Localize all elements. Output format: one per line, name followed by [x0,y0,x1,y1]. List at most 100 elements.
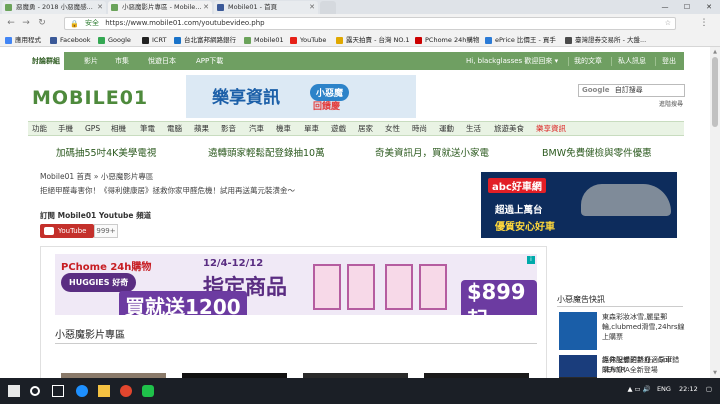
nav-video[interactable]: 影片 [84,52,98,70]
line-icon[interactable] [142,385,154,397]
youtube-subscribe-button[interactable]: YouTube [40,224,94,238]
promo-link-1[interactable]: 加碼抽55吋4K美學電視 [56,145,156,159]
back-icon[interactable]: ← [5,17,17,29]
sidebar-item-text: 東森彩妝冰雪,麗星郵輪,clubmed滑雪,24hrs線上購票 [602,313,685,341]
promo-link-4[interactable]: BMW免費健檢與零件優惠 [542,145,652,159]
bookmark-ruten[interactable]: 露天拍賣 - 台灣 NO.1 [336,35,409,45]
search-icon[interactable] [30,386,40,396]
tab-favicon-icon [5,4,12,11]
minimize-icon[interactable]: — [654,0,676,14]
bookmark-mobile01[interactable]: Mobile01 [244,35,284,45]
bank-icon [174,37,181,44]
bookmark-eprice[interactable]: ePrice 比價王 - 買手 [485,35,556,45]
tab-close-icon[interactable]: ✕ [97,1,103,14]
header-banner-ad[interactable]: 樂享資訊 小惡魔 回饋慶 [186,75,416,118]
address-bar[interactable]: 🔒 安全 https://www.mobile01.com/youtubevid… [64,17,676,30]
forward-icon[interactable]: → [20,17,32,29]
promo-link-3[interactable]: 奇美資訊月，買就送小家電 [375,145,489,159]
tab-close-icon[interactable]: ✕ [309,1,315,14]
promo-link-2[interactable]: 遶轉頭家輕鬆配登錄抽10萬 [208,145,325,159]
abc-car-ad[interactable]: abc好車網 超過上萬台 優質安心好車 [481,172,677,238]
nav-logout[interactable]: 登出 [662,52,676,70]
task-view-icon[interactable] [52,385,64,397]
clock[interactable]: 22:12 [679,385,698,393]
sidebar-item[interactable]: 經典配備更熱血，Golf錯購升級！ [559,355,685,377]
category-item[interactable]: 時尚 [412,122,427,135]
ad-choices-icon[interactable]: i [527,256,535,264]
maximize-icon[interactable]: ☐ [676,0,698,14]
category-item[interactable]: 手機 [58,122,73,135]
bookmark-youtube[interactable]: YouTube [290,35,326,45]
advanced-search-link[interactable]: 進階搜尋 [659,99,683,108]
category-item[interactable]: 功能 [32,122,47,135]
category-item[interactable]: 相機 [111,122,126,135]
user-greeting[interactable]: Hi, blackglasses 歡迎回來 ▾ [466,52,558,70]
category-item[interactable]: 影音 [221,122,236,135]
category-item[interactable]: 蘋果 [194,122,209,135]
notification-icon[interactable]: ▢ [706,385,712,393]
browser-tab-3[interactable]: Mobile01 - 首頁 ✕ [214,1,318,14]
category-item[interactable]: 電腦 [167,122,182,135]
notice-link[interactable]: 拒絕甲醛毒害你！《得利健康居》拯救你家甲醛危機！試用再送萬元裝潢金～ [40,185,295,196]
edge-icon[interactable] [76,385,88,397]
nav-app[interactable]: APP下載 [196,52,223,70]
ad-price: $899起 [461,280,537,315]
page-scrollbar[interactable]: ▲ ▼ [710,47,720,378]
tray-arrow-icon[interactable]: ▲ ▭ 🔊 [627,385,650,393]
category-item[interactable]: 旅遊美食 [494,122,524,135]
scrollbar-thumb[interactable] [712,57,718,127]
diaper-pack-image [313,264,341,310]
category-item[interactable]: 筆電 [140,122,155,135]
bookmark-google[interactable]: Google [98,35,131,45]
toolbar-extensions: ⋮ [698,17,710,29]
file-explorer-icon[interactable] [98,385,110,397]
scroll-up-icon[interactable]: ▲ [710,47,720,57]
nav-my-articles[interactable]: 我的文章 [574,52,602,70]
category-item[interactable]: 單車 [304,122,319,135]
browser-tab-1[interactable]: 惡魔勇 - 2018 小惡魔感... ✕ [2,1,106,14]
bookmark-icrt[interactable]: ICRT [142,35,166,45]
browser-tab-2[interactable]: 小惡魔影片專區 - Mobile... ✕ [108,1,212,14]
bookmark-twse[interactable]: 臺灣證券交易所 - 大盤... [565,35,646,45]
sidebar-item-image [559,355,597,377]
tab-close-icon[interactable]: ✕ [203,1,209,14]
nav-market[interactable]: 市集 [115,52,129,70]
reload-icon[interactable]: ↻ [36,17,48,29]
category-item[interactable]: 遊戲 [331,122,346,135]
category-item[interactable]: 機車 [276,122,291,135]
nav-forum[interactable]: 討論群組 [28,52,64,70]
close-window-icon[interactable]: ✕ [698,0,720,14]
ad-offer: 買就送1200 [119,291,247,315]
bookmark-apps[interactable]: 應用程式 [5,35,41,45]
new-tab-button[interactable] [320,1,336,14]
site-search-input[interactable]: Google 自訂搜尋 [578,84,685,97]
category-item-highlight[interactable]: 樂享資訊 [536,122,566,135]
windows-start-icon[interactable] [8,385,20,397]
nav-divider [568,57,569,66]
nav-japan[interactable]: 悅遊日本 [148,52,176,70]
category-item[interactable]: GPS [85,122,100,135]
ad-dates: 12/4-12/12 [203,258,264,269]
breadcrumb[interactable]: Mobile01 首頁 » 小惡魔影片專區 [40,171,153,182]
bookmark-facebook[interactable]: Facebook [50,35,91,45]
menu-dots-icon[interactable]: ⋮ [698,17,710,29]
category-item[interactable]: 女性 [385,122,400,135]
site-logo[interactable]: MOBILE01 [32,87,182,113]
pchome-icon [415,37,422,44]
category-item[interactable]: 生活 [466,122,481,135]
pchome-huggies-ad[interactable]: PChome 24h購物 HUGGIES 好奇 12/4-12/12 指定商品 … [55,254,537,315]
icrt-icon [142,37,149,44]
bookmark-pchome[interactable]: PChome 24h購物 [415,35,479,45]
bookmark-star-icon[interactable]: ☆ [665,18,671,29]
category-item[interactable]: 運動 [439,122,454,135]
language-indicator[interactable]: ENG [657,385,671,393]
diaper-pack-image [419,264,447,310]
chrome-icon[interactable] [120,385,132,397]
nav-private-message[interactable]: 私人訊息 [618,52,646,70]
category-item[interactable]: 居家 [358,122,373,135]
bookmark-fubon[interactable]: 台北富邦網路銀行 [174,35,236,45]
twse-icon [565,37,572,44]
car-image [581,184,671,216]
category-item[interactable]: 汽車 [249,122,264,135]
scroll-down-icon[interactable]: ▼ [710,368,720,378]
